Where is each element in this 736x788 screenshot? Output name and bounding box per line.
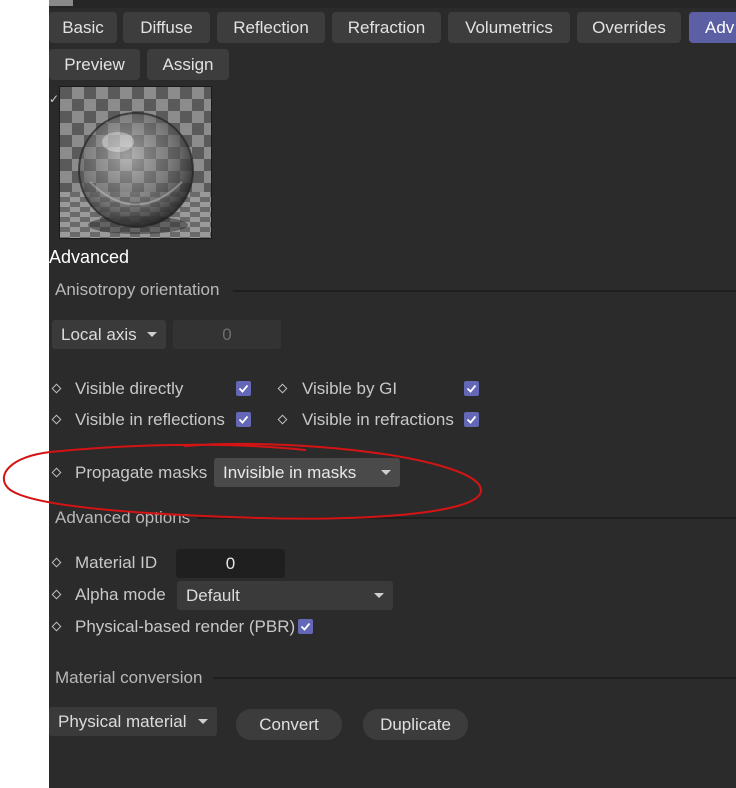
material-editor-panel: Basic Diffuse Reflection Refraction Volu… [49, 0, 736, 788]
dropdown-value: Physical material [58, 712, 187, 731]
dropdown-arrow-icon [381, 470, 391, 475]
section-material-conversion-label: Material conversion [55, 668, 203, 687]
tab-refraction[interactable]: Refraction [332, 12, 441, 43]
visible-by-gi-checkbox[interactable] [464, 381, 479, 396]
convert-button[interactable]: Convert [236, 709, 342, 740]
material-id-label: Material ID [75, 553, 158, 572]
dropdown-value: Invisible in masks [223, 463, 357, 482]
visible-directly-label: Visible directly [75, 379, 184, 398]
visible-directly-checkbox[interactable] [236, 381, 251, 396]
visible-in-refractions-label: Visible in refractions [302, 410, 454, 429]
section-divider [197, 517, 736, 519]
visible-in-refractions-checkbox[interactable] [464, 412, 479, 427]
assign-button[interactable]: Assign [147, 49, 229, 80]
material-id-field[interactable]: 0 [176, 549, 285, 578]
diamond-icon [277, 414, 288, 425]
dropdown-arrow-icon [198, 719, 208, 724]
checkmark-icon: ✓ [49, 92, 60, 106]
dropdown-arrow-icon [147, 332, 157, 337]
tab-overrides[interactable]: Overrides [577, 12, 681, 43]
checkmark-icon [238, 415, 249, 424]
section-anisotropy-label: Anisotropy orientation [55, 280, 220, 299]
checkmark-icon [300, 622, 311, 631]
diamond-icon [277, 383, 288, 394]
diamond-icon [51, 414, 62, 425]
visible-by-gi-label: Visible by GI [302, 379, 398, 398]
page-title: Advanced [49, 247, 130, 267]
alpha-mode-label: Alpha mode [75, 585, 166, 604]
visible-in-reflections-checkbox[interactable] [236, 412, 251, 427]
dropdown-value: Default [186, 586, 240, 605]
section-advanced-options-label: Advanced options [55, 508, 191, 527]
section-divider [233, 290, 736, 292]
checkmark-icon [238, 384, 249, 393]
diamond-icon [51, 467, 62, 478]
tab-basic[interactable]: Basic [49, 12, 117, 43]
diamond-icon [51, 557, 62, 568]
pbr-label: Physical-based render (PBR) [75, 617, 296, 636]
diamond-icon [51, 383, 62, 394]
propagate-masks-label: Propagate masks [75, 463, 208, 482]
conversion-type-dropdown[interactable]: Physical material [49, 707, 217, 736]
dropdown-value: Local axis [61, 325, 137, 344]
top-strip [49, 0, 736, 8]
pbr-checkbox[interactable] [298, 619, 313, 634]
material-preview-image [59, 86, 212, 239]
tab-reflection[interactable]: Reflection [217, 12, 325, 43]
anisotropy-angle-field[interactable]: 0 [173, 320, 281, 349]
material-thumbnail-edge [49, 0, 73, 6]
preview-button[interactable]: Preview [49, 49, 140, 80]
diamond-icon [51, 621, 62, 632]
dropdown-arrow-icon [374, 593, 384, 598]
visible-in-reflections-label: Visible in reflections [75, 410, 225, 429]
diamond-icon [51, 589, 62, 600]
section-divider [213, 677, 736, 679]
tab-advanced[interactable]: Adv [689, 12, 736, 43]
checkmark-icon [466, 415, 477, 424]
tab-diffuse[interactable]: Diffuse [123, 12, 210, 43]
checkmark-icon [466, 384, 477, 393]
tab-volumetrics[interactable]: Volumetrics [448, 12, 570, 43]
anisotropy-axis-dropdown[interactable]: Local axis [52, 320, 166, 349]
duplicate-button[interactable]: Duplicate [363, 709, 468, 740]
alpha-mode-dropdown[interactable]: Default [177, 581, 393, 610]
propagate-masks-dropdown[interactable]: Invisible in masks [214, 458, 400, 487]
